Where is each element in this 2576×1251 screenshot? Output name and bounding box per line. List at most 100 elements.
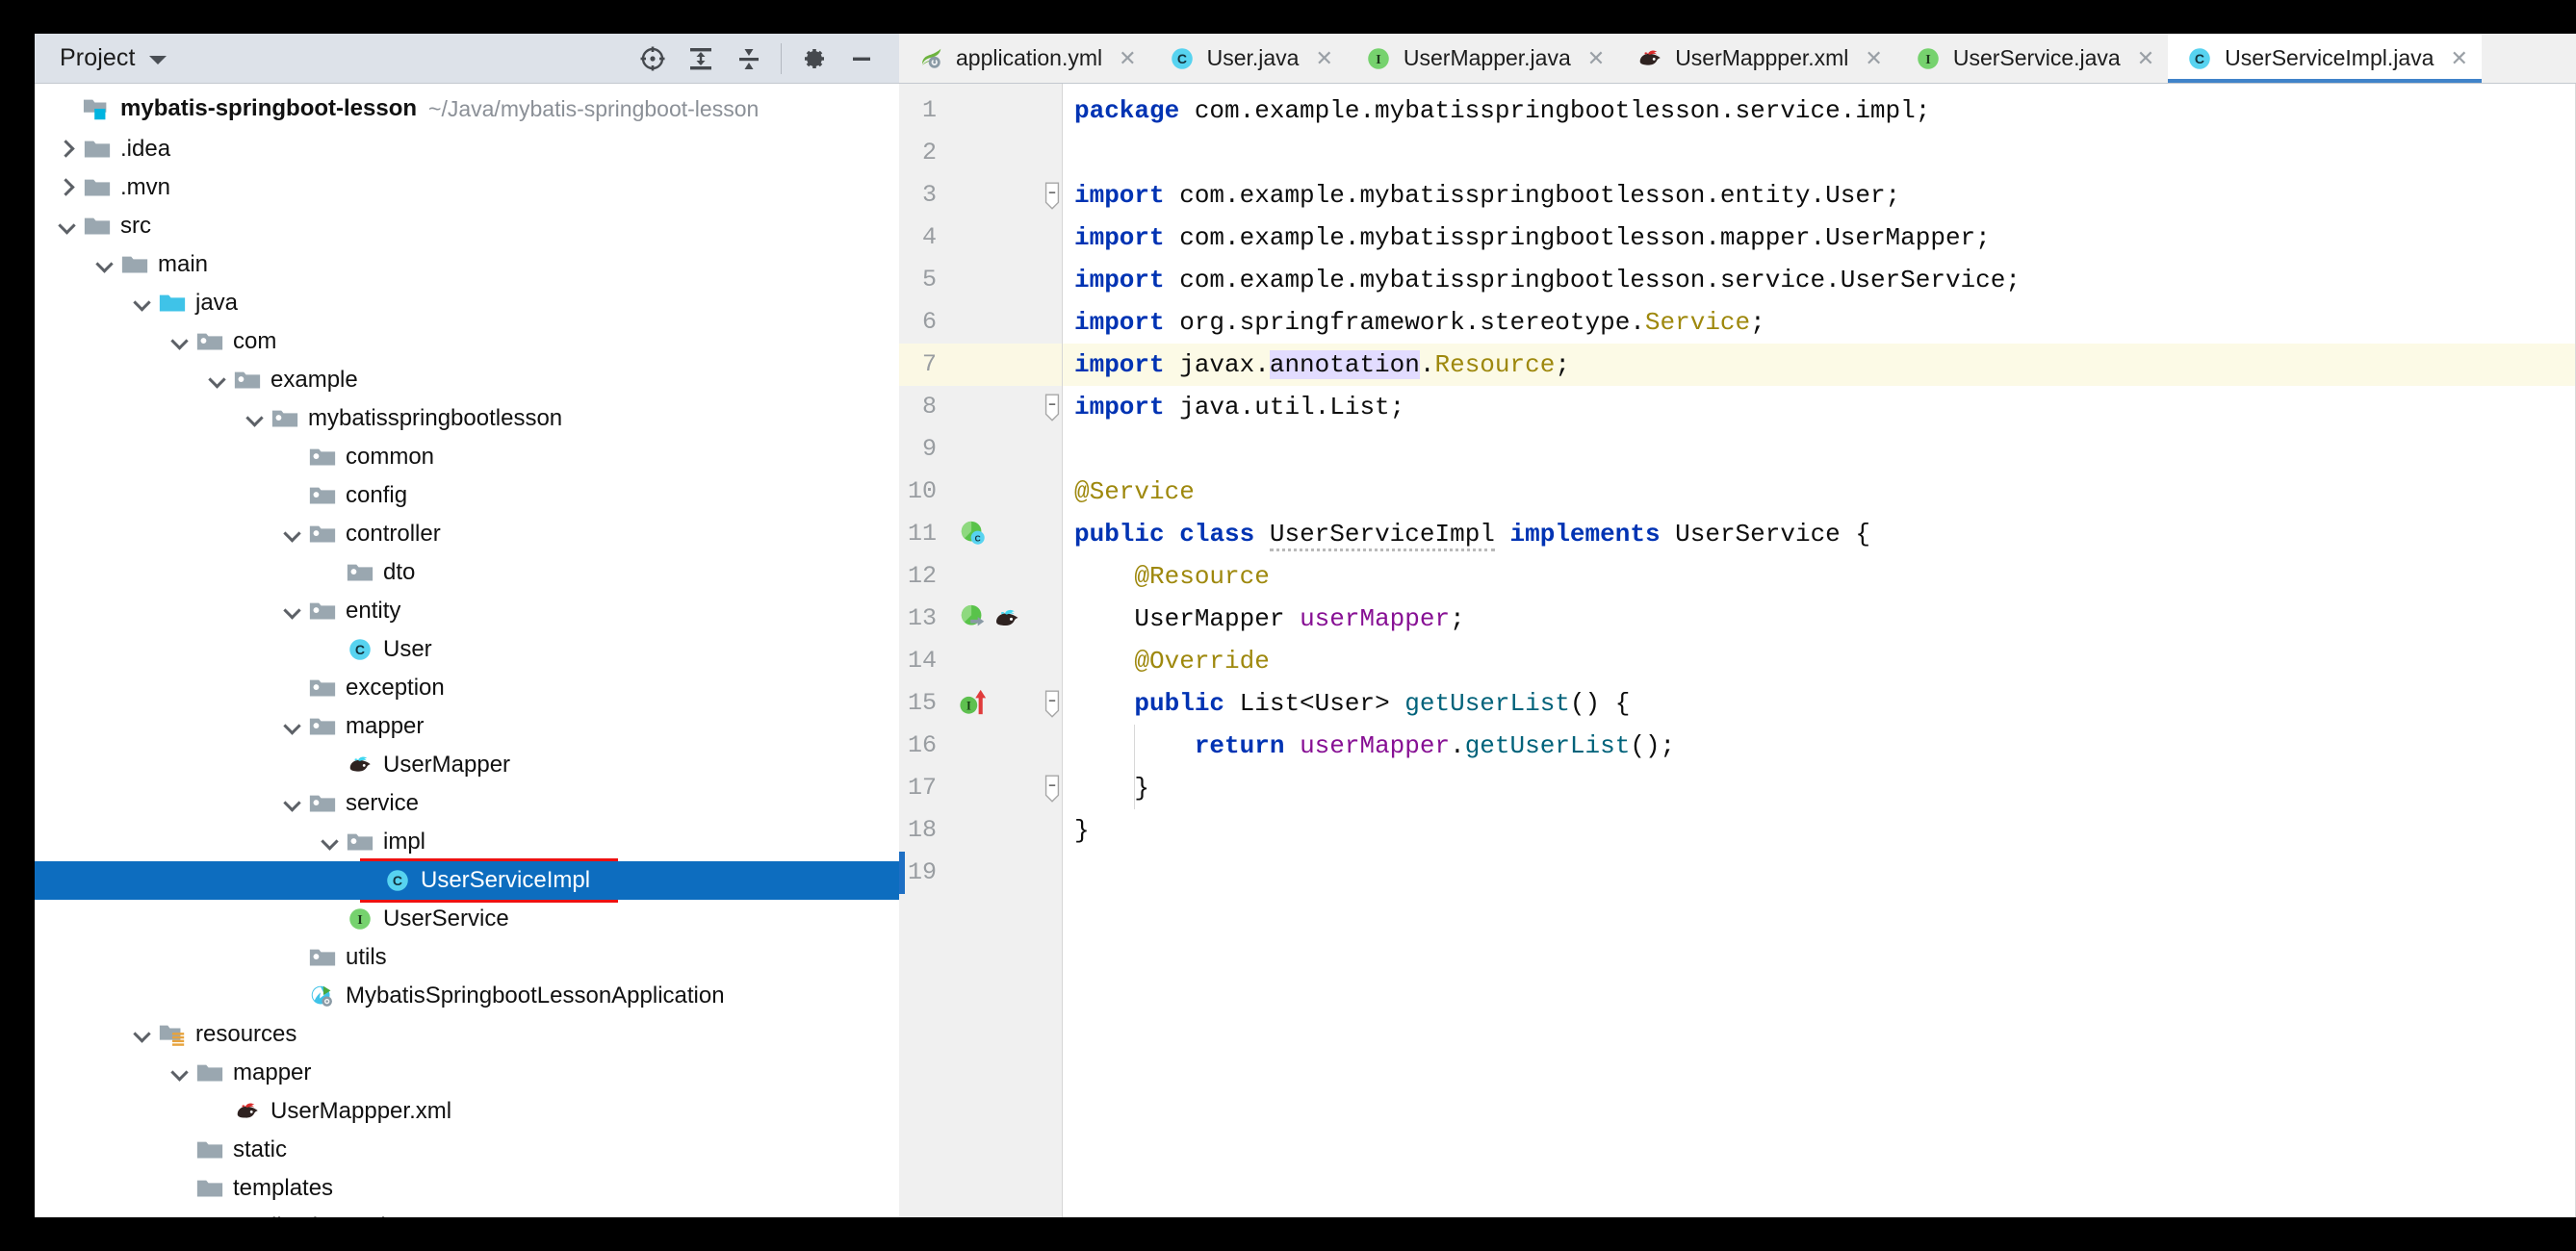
tree-item[interactable]: common [35, 438, 899, 476]
editor-tab-application-yml[interactable]: application.yml✕ [899, 34, 1150, 83]
chevron-down-icon[interactable] [281, 599, 306, 624]
chevron-down-icon[interactable] [93, 252, 118, 277]
chevron-down-icon[interactable] [168, 1060, 193, 1085]
code-line[interactable]: import com.example.mybatisspringbootless… [1074, 259, 2021, 301]
chevron-right-icon[interactable] [56, 137, 81, 162]
tree-item[interactable]: java [35, 284, 899, 322]
implementing-method-icon[interactable] [959, 603, 988, 632]
code-line[interactable]: return userMapper.getUserList(); [1074, 725, 1675, 767]
editor-tab-usermapper-java[interactable]: UserMapper.java✕ [1347, 34, 1618, 83]
chevron-down-icon[interactable] [281, 791, 306, 816]
minimize-icon[interactable] [837, 34, 886, 84]
tree-item[interactable]: dto [35, 553, 899, 592]
fold-top-icon[interactable] [1042, 174, 1063, 217]
tree-item[interactable]: resources [35, 1015, 899, 1054]
tree-item[interactable]: application.yml [35, 1208, 899, 1217]
package-icon [346, 558, 374, 587]
tree-item-selected[interactable]: UserServiceImpl [35, 861, 899, 900]
chevron-right-icon[interactable] [56, 175, 81, 200]
code-line[interactable]: @Override [1074, 640, 1270, 682]
code-line[interactable]: @Resource [1074, 555, 1270, 598]
tree-item[interactable]: UserService [35, 900, 899, 938]
tree-item[interactable]: service [35, 784, 899, 823]
tree-item[interactable]: example [35, 361, 899, 399]
tree-item[interactable]: config [35, 476, 899, 515]
editor-tab-userservice-java[interactable]: UserService.java✕ [1896, 34, 2168, 83]
line-number: 6 [879, 301, 937, 344]
tree-item[interactable]: mybatisspringbootlesson [35, 399, 899, 438]
project-panel-toolbar [629, 34, 886, 83]
chevron-down-icon[interactable] [281, 714, 306, 739]
chevron-down-icon[interactable] [56, 214, 81, 239]
code-line[interactable]: import com.example.mybatisspringbootless… [1074, 174, 1900, 217]
code-line[interactable]: import java.util.List; [1074, 386, 1404, 428]
fold-icon[interactable] [1042, 386, 1063, 428]
tree-item[interactable]: utils [35, 938, 899, 977]
tree-item[interactable]: .idea [35, 130, 899, 168]
tree-item[interactable]: UserMappper.xml [35, 1092, 899, 1131]
close-icon[interactable]: ✕ [2450, 46, 2467, 71]
tree-item-label: common [346, 444, 434, 471]
tree-item[interactable]: static [35, 1131, 899, 1169]
implemented-class-icon[interactable] [959, 519, 988, 548]
tree-item[interactable]: impl [35, 823, 899, 861]
chevron-down-icon[interactable] [206, 368, 231, 393]
chevron-down-icon[interactable] [319, 830, 344, 855]
collapse-all-icon[interactable] [725, 34, 773, 84]
tree-item[interactable]: .mvn [35, 168, 899, 207]
close-icon[interactable]: ✕ [2137, 46, 2154, 71]
close-icon[interactable]: ✕ [1587, 46, 1605, 71]
code-line[interactable]: package com.example.mybatisspringbootles… [1074, 89, 1930, 132]
tree-item[interactable]: templates [35, 1169, 899, 1208]
chevron-down-icon[interactable] [244, 406, 269, 431]
project-tree[interactable]: mybatis-springboot-lesson~/Java/mybatis-… [35, 84, 899, 1217]
tree-item[interactable]: mybatis-springboot-lesson~/Java/mybatis-… [35, 89, 899, 128]
editor-gutter[interactable]: 12345678910111213141516171819 [899, 84, 1063, 1217]
chevron-down-icon[interactable] [131, 291, 156, 316]
code-line[interactable]: import javax.annotation.Resource; [1074, 344, 1570, 386]
close-icon[interactable]: ✕ [1865, 46, 1882, 71]
editor-tab-usermappper-xml[interactable]: UserMappper.xml✕ [1618, 34, 1896, 83]
twisty-spacer [319, 753, 344, 778]
code-line[interactable]: import org.springframework.stereotype.Se… [1074, 301, 1765, 344]
tree-item[interactable]: mapper [35, 707, 899, 746]
code-line[interactable]: @Service [1074, 471, 1195, 513]
chevron-down-icon[interactable] [168, 329, 193, 354]
tree-item[interactable]: exception [35, 669, 899, 707]
tree-item[interactable]: src [35, 207, 899, 245]
code-line[interactable]: } [1074, 809, 1090, 852]
gear-icon[interactable] [789, 34, 837, 84]
close-icon[interactable]: ✕ [1119, 46, 1136, 71]
chevron-down-icon[interactable] [149, 56, 167, 64]
twisty-spacer [168, 1176, 193, 1201]
mybatis-mapper-icon[interactable] [992, 603, 1022, 634]
overriding-method-icon[interactable] [959, 688, 988, 717]
close-icon[interactable]: ✕ [1315, 46, 1332, 71]
code-line[interactable]: public List<User> getUserList() { [1074, 682, 1630, 725]
project-panel-title[interactable]: Project [60, 44, 136, 72]
package-icon [195, 327, 224, 356]
tree-item[interactable]: UserMapper [35, 746, 899, 784]
editor-code-area[interactable]: package com.example.mybatisspringbootles… [1063, 84, 2576, 1217]
code-line[interactable]: public class UserServiceImpl implements … [1074, 513, 1870, 555]
code-line[interactable]: } [1074, 767, 1149, 809]
code-line[interactable]: import com.example.mybatisspringbootless… [1074, 217, 1991, 259]
fold-icon[interactable] [1042, 682, 1063, 725]
tree-item[interactable]: entity [35, 592, 899, 630]
fold-icon[interactable] [1042, 767, 1063, 809]
code-editor[interactable]: 12345678910111213141516171819 package co… [899, 84, 2576, 1217]
editor-tab-userserviceimpl-java[interactable]: UserServiceImpl.java✕ [2168, 34, 2482, 83]
expand-all-icon[interactable] [677, 34, 725, 84]
editor-tab-user-java[interactable]: User.java✕ [1150, 34, 1347, 83]
chevron-down-icon[interactable] [281, 522, 306, 547]
tree-item[interactable]: controller [35, 515, 899, 553]
locate-icon[interactable] [629, 34, 677, 84]
tree-item[interactable]: User [35, 630, 899, 669]
tree-item[interactable]: com [35, 322, 899, 361]
tree-item[interactable]: main [35, 245, 899, 284]
chevron-down-icon[interactable] [131, 1022, 156, 1047]
tree-item[interactable]: mapper [35, 1054, 899, 1092]
line-number: 16 [879, 725, 937, 767]
tree-item[interactable]: MybatisSpringbootLessonApplication [35, 977, 899, 1015]
code-line[interactable]: UserMapper userMapper; [1074, 598, 1465, 640]
